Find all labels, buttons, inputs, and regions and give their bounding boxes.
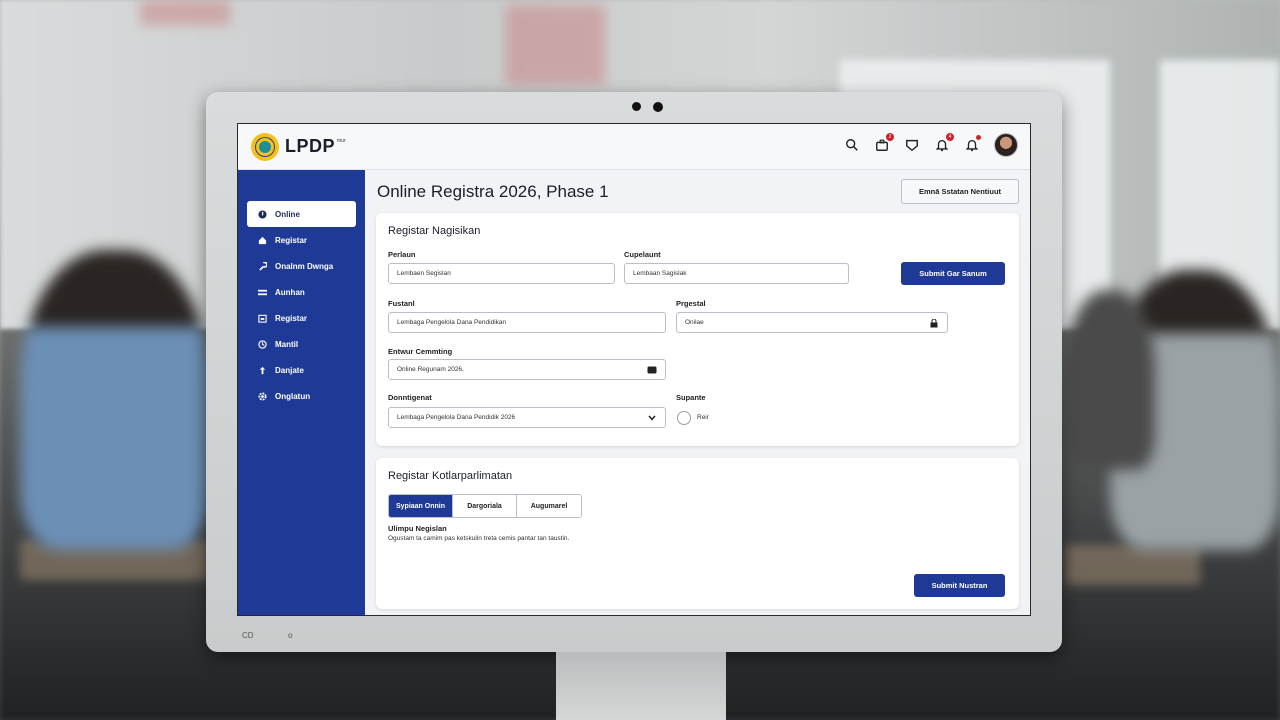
sidebar-item-label: Danjate [275, 365, 304, 375]
prgestal-input[interactable]: Onilae [676, 312, 948, 333]
sidebar-item-danjate[interactable]: Danjate [247, 357, 356, 383]
tab-sypiaan-onnin[interactable]: Sypiaan Onnin [389, 495, 453, 517]
header-action-button[interactable]: Emnā Sstatan Nentiuut [901, 179, 1019, 204]
card-title: Registar Kotlarparlimatan [388, 470, 513, 482]
camera-icon [632, 102, 641, 111]
background-person [20, 250, 210, 550]
field-label: Donntigenat [388, 393, 432, 402]
field-label: Supante [676, 393, 706, 402]
gear-icon [257, 391, 267, 401]
sidebar-item-label: Registar [275, 235, 308, 245]
logo-emblem-icon [251, 132, 279, 161]
submit-button[interactable]: Submit Nustran [914, 574, 1005, 597]
calendar-icon [257, 313, 267, 323]
power-led: o [288, 631, 293, 640]
notification-icon[interactable] [964, 135, 981, 153]
tab-dargoriala[interactable]: Dargoriala [453, 495, 517, 517]
field-label: Cupelaunt [624, 250, 661, 259]
upload-icon [257, 365, 267, 375]
sidebar-item-registar[interactable]: Registar [247, 227, 356, 253]
notification-badge: 4 [946, 133, 954, 141]
field-label: Prgestal [676, 299, 706, 308]
sidebar-item-label: Online [275, 209, 300, 219]
donntigenat-value: Lembaga Pengelola Dana Pendidik 2026 [397, 414, 516, 421]
search-icon[interactable] [844, 137, 860, 153]
tab-group: Sypiaan Onnin Dargoriala Augumarel [388, 494, 582, 518]
background-sign [140, 0, 230, 25]
form-title: Registar Nagisikan [388, 225, 481, 237]
sidebar-item-registar-2[interactable]: Registar [247, 305, 356, 331]
perlaun-input[interactable]: Lembaen Segislan [388, 263, 615, 284]
tab-augumarel[interactable]: Augumarel [517, 495, 581, 517]
cupelaunt-input[interactable]: Lembaan Sagislak [624, 263, 849, 284]
shield-icon[interactable] [904, 137, 920, 153]
info-icon [257, 209, 267, 219]
entwur-cemmting-input[interactable]: Online Regunam 2026, [388, 359, 666, 380]
top-bar: LPDP mur 2 4 [238, 124, 1030, 170]
field-label: Entwur Cemmting [388, 347, 453, 356]
monitor-stand [556, 652, 726, 720]
screen: LPDP mur 2 4 Online Registar Onalnm Dwng… [237, 123, 1031, 616]
sidebar-item-label: Registar [275, 313, 308, 323]
message-icon [647, 365, 657, 375]
sidebar: Online Registar Onalnm Dwnga Aunhan Regi… [238, 170, 365, 615]
donntigenat-select[interactable]: Lembaga Pengelola Dana Pendidik 2026 [388, 407, 666, 428]
sidebar-item-label: Aunhan [275, 287, 305, 297]
prgestal-value: Onilae [685, 319, 704, 326]
page-title: Online Registra 2026, Phase 1 [377, 182, 609, 201]
bell-icon[interactable]: 4 [934, 133, 954, 153]
logo[interactable]: LPDP mur [251, 132, 346, 161]
sidebar-item-label: Mantil [275, 339, 299, 349]
background-desk [1065, 545, 1200, 585]
sidebar-item-label: Onglatun [275, 391, 311, 401]
sidebar-item-onglatun[interactable]: Onglatun [247, 383, 356, 409]
list-icon [257, 287, 267, 297]
briefcase-icon[interactable]: 2 [874, 133, 894, 153]
section-description: Ogustam ta camim pas ketskulin treta cem… [388, 535, 570, 542]
clock-icon [257, 339, 267, 349]
sidebar-item-online[interactable]: Online [247, 201, 356, 227]
registration-form-card: Registar Nagisikan Perlaun Lembaen Segis… [376, 213, 1019, 446]
radio-label: Reir [697, 414, 709, 421]
monitor-brand: CD [242, 631, 254, 640]
background-person [1065, 290, 1155, 470]
sidebar-item-aunhan[interactable]: Aunhan [247, 279, 356, 305]
fustanl-input[interactable]: Lembaga Pengelola Dana Pendidikan [388, 312, 666, 333]
notification-dot [976, 135, 981, 140]
avatar[interactable] [994, 133, 1018, 157]
chevron-down-icon [647, 413, 657, 423]
wrench-icon [257, 261, 267, 271]
sidebar-item-mantil[interactable]: Mantil [247, 331, 356, 357]
radio-button[interactable] [677, 411, 691, 425]
home-icon [257, 235, 267, 245]
secondary-card: Registar Kotlarparlimatan Sypiaan Onnin … [376, 458, 1019, 609]
entwur-cemmting-value: Online Regunam 2026, [397, 366, 464, 373]
top-icons: 2 4 [844, 133, 1018, 157]
submit-button[interactable]: Submit Gar Sanum [901, 262, 1005, 285]
field-label: Perlaun [388, 250, 416, 259]
background-sign [505, 5, 605, 85]
camera-icon [653, 102, 663, 112]
notification-badge: 2 [886, 133, 894, 141]
sidebar-item-label: Onalnm Dwnga [275, 261, 334, 271]
lock-icon [929, 318, 939, 328]
sidebar-item-onalnm-dwnga[interactable]: Onalnm Dwnga [247, 253, 356, 279]
logo-text: LPDP [285, 136, 336, 156]
logo-superscript: mur [337, 137, 346, 144]
section-label: Ulimpu Negislan [388, 524, 447, 533]
field-label: Fustanl [388, 299, 415, 308]
